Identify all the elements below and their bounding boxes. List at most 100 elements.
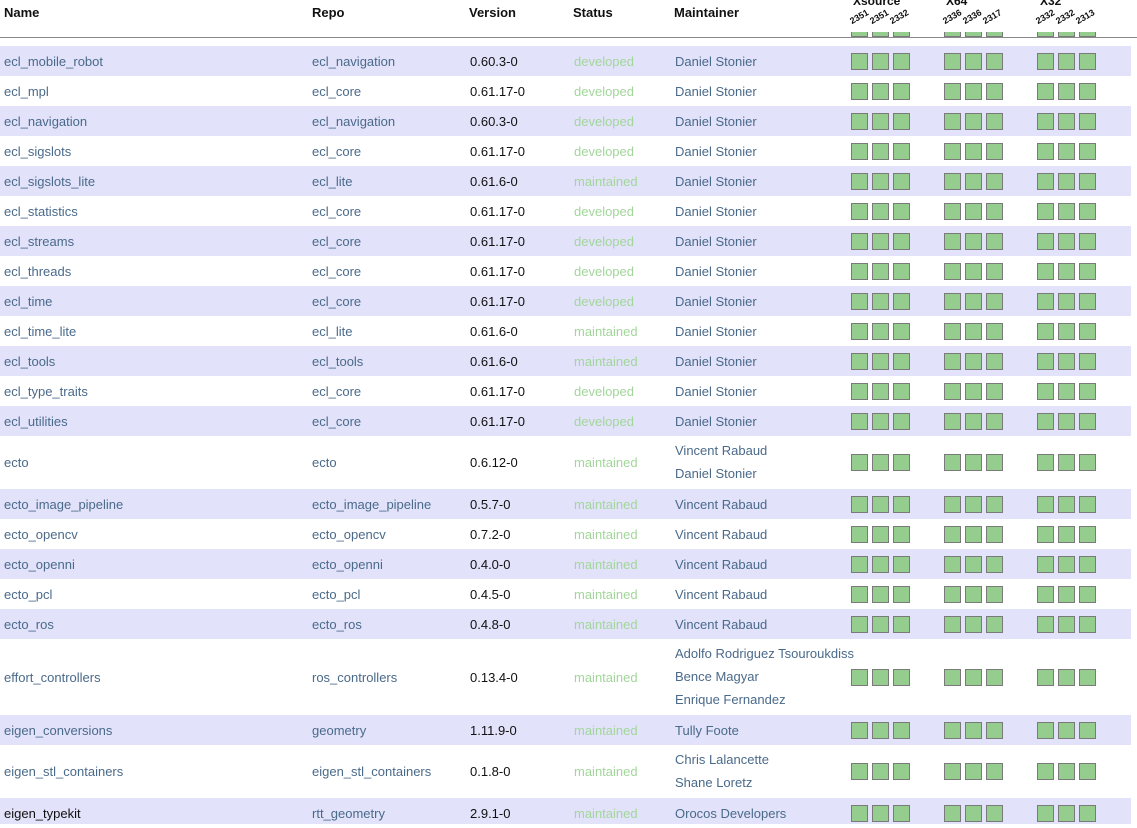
build-status-square[interactable] (893, 352, 910, 370)
maintainer-link[interactable]: Chris Lalancette (675, 748, 769, 771)
maintainer-link[interactable]: Orocos Developers (675, 802, 786, 825)
build-status-square[interactable] (872, 322, 889, 340)
package-name-link[interactable]: ecto_openni (4, 553, 75, 576)
build-status-square[interactable] (872, 804, 889, 822)
build-status-square[interactable] (944, 585, 961, 603)
column-header-repo[interactable]: Repo (312, 5, 345, 20)
build-status-square[interactable] (893, 585, 910, 603)
build-status-square[interactable] (851, 585, 868, 603)
package-name-link[interactable]: ecl_sigslots (4, 140, 71, 163)
build-status-square[interactable] (1079, 525, 1096, 543)
build-status-square[interactable] (1058, 495, 1075, 513)
build-status-square[interactable] (851, 142, 868, 160)
build-status-square[interactable] (1079, 585, 1096, 603)
build-status-square[interactable] (1079, 52, 1096, 70)
build-status-square[interactable] (893, 262, 910, 280)
build-status-square[interactable] (965, 172, 982, 190)
repo-link[interactable]: ecl_core (312, 260, 361, 283)
build-status-square[interactable] (851, 804, 868, 822)
build-status-square[interactable] (893, 292, 910, 310)
maintainer-link[interactable]: Bence Magyar (675, 665, 759, 688)
repo-link[interactable]: ecl_core (312, 380, 361, 403)
build-status-square[interactable] (1079, 262, 1096, 280)
build-status-square[interactable] (986, 555, 1003, 573)
build-status-square[interactable] (965, 232, 982, 250)
repo-link[interactable]: ecl_navigation (312, 50, 395, 73)
maintainer-link[interactable]: Daniel Stonier (675, 140, 757, 163)
maintainer-link[interactable]: Daniel Stonier (675, 260, 757, 283)
package-name-link[interactable]: ecto_pcl (4, 583, 52, 606)
build-status-square[interactable] (965, 525, 982, 543)
build-status-square[interactable] (1058, 763, 1075, 780)
build-status-square[interactable] (1058, 555, 1075, 573)
build-status-square[interactable] (893, 454, 910, 471)
build-status-square[interactable] (965, 352, 982, 370)
build-status-square[interactable] (1079, 763, 1096, 780)
build-status-square[interactable] (1058, 262, 1075, 280)
build-number[interactable]: 2313 (1074, 7, 1096, 26)
build-status-square[interactable] (851, 292, 868, 310)
package-name-link[interactable]: ecto_image_pipeline (4, 493, 123, 516)
repo-link[interactable]: ecl_lite (312, 320, 352, 343)
build-status-square[interactable] (986, 202, 1003, 220)
build-status-square[interactable] (1037, 585, 1054, 603)
build-status-square[interactable] (1058, 352, 1075, 370)
repo-link[interactable]: ecto_openni (312, 553, 383, 576)
build-status-square[interactable] (965, 112, 982, 130)
build-status-square[interactable] (851, 112, 868, 130)
build-status-square[interactable] (965, 202, 982, 220)
package-name-link[interactable]: ecl_statistics (4, 200, 78, 223)
build-status-square[interactable] (1037, 615, 1054, 633)
repo-link[interactable]: ecto_opencv (312, 523, 386, 546)
build-status-square[interactable] (1037, 322, 1054, 340)
build-status-square[interactable] (1079, 232, 1096, 250)
build-status-square[interactable] (893, 232, 910, 250)
build-status-square[interactable] (1037, 721, 1054, 739)
build-status-square[interactable] (1037, 668, 1054, 686)
package-name-link[interactable]: ecto_ros (4, 613, 54, 636)
build-status-square[interactable] (1037, 172, 1054, 190)
build-status-square[interactable] (1058, 382, 1075, 400)
build-status-square[interactable] (965, 322, 982, 340)
build-status-square[interactable] (1079, 112, 1096, 130)
build-status-square[interactable] (986, 52, 1003, 70)
build-status-square[interactable] (944, 172, 961, 190)
maintainer-link[interactable]: Daniel Stonier (675, 350, 757, 373)
build-status-square[interactable] (893, 322, 910, 340)
build-status-square[interactable] (986, 804, 1003, 822)
maintainer-link[interactable]: Daniel Stonier (675, 50, 757, 73)
build-status-square[interactable] (1079, 615, 1096, 633)
package-name-link[interactable]: ecto_opencv (4, 523, 78, 546)
build-status-square[interactable] (1079, 292, 1096, 310)
package-name-link[interactable]: eigen_stl_containers (4, 760, 123, 783)
build-status-square[interactable] (944, 804, 961, 822)
build-status-square[interactable] (872, 721, 889, 739)
build-status-square[interactable] (893, 668, 910, 686)
build-status-square[interactable] (965, 142, 982, 160)
repo-link[interactable]: ros_controllers (312, 666, 397, 689)
build-status-square[interactable] (944, 352, 961, 370)
build-status-square[interactable] (893, 52, 910, 70)
build-status-square[interactable] (965, 262, 982, 280)
build-status-square[interactable] (986, 262, 1003, 280)
build-status-square[interactable] (872, 525, 889, 543)
build-status-square[interactable] (893, 804, 910, 822)
build-status-square[interactable] (1079, 382, 1096, 400)
build-status-square[interactable] (965, 32, 982, 37)
build-status-square[interactable] (965, 292, 982, 310)
build-status-square[interactable] (965, 721, 982, 739)
build-status-square[interactable] (893, 495, 910, 513)
build-status-square[interactable] (872, 112, 889, 130)
build-status-square[interactable] (851, 412, 868, 430)
build-status-square[interactable] (965, 495, 982, 513)
build-status-square[interactable] (965, 52, 982, 70)
package-name-link[interactable]: ecl_time (4, 290, 52, 313)
build-status-square[interactable] (944, 262, 961, 280)
build-status-square[interactable] (986, 495, 1003, 513)
build-status-square[interactable] (944, 763, 961, 780)
build-status-square[interactable] (851, 721, 868, 739)
package-name-link[interactable]: ecto (4, 451, 29, 474)
maintainer-link[interactable]: Vincent Rabaud (675, 493, 767, 516)
build-status-square[interactable] (872, 172, 889, 190)
maintainer-link[interactable]: Daniel Stonier (675, 290, 757, 313)
